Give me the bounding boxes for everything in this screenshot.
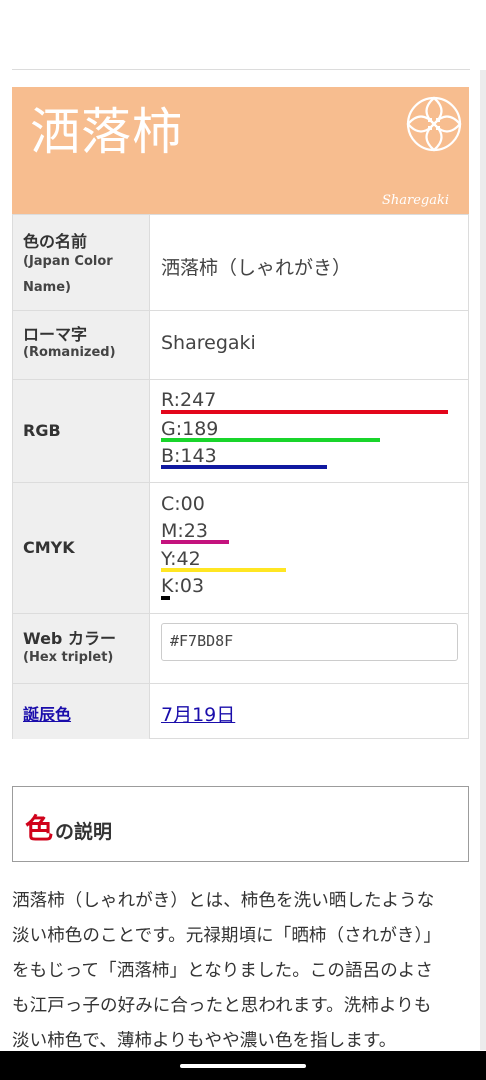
value-cell: C:00 M:23 Y:42 K:03 [150,483,468,613]
description-line: も江戸っ子の好みに合ったと思われます。洗柿よりも [12,996,432,1016]
row-birthday-color: 誕辰色 7月19日 [13,684,468,739]
row-cmyk: CMYK C:00 M:23 Y:42 K:03 [13,483,468,614]
scrollbar-track [480,70,486,1050]
rgb-r-bar [161,410,448,414]
birthday-color-link[interactable]: 誕辰色 [23,701,71,725]
rgb-b-bar [161,465,327,469]
header-cell: Web カラー (Hex triplet) [13,614,150,683]
label-cmyk: CMYK [23,538,75,557]
row-rgb: RGB R:247 G:189 B:143 [13,380,468,483]
label-color-name-sub: (Japan Color Name) [23,254,113,295]
header-cell: ローマ字 (Romanized) [13,311,150,379]
row-color-name: 色の名前 (Japan Color Name) 洒落柿（しゃれがき） [13,215,468,311]
description-line: 洒落柿（しゃれがき）とは、柿色を洗い晒したような [12,891,435,911]
value-cell: 洒落柿（しゃれがき） [150,215,468,310]
value-cell: 7月19日 [150,684,468,739]
cmyk-y-bar [161,568,286,572]
description-heading: の説明 [55,821,113,843]
system-navigation-bar [0,1051,486,1080]
birthday-date-link[interactable]: 7月19日 [161,700,235,727]
value-romanized: Sharegaki [161,332,256,354]
home-gesture-handle[interactable] [180,1064,306,1068]
label-romanized-sub: (Romanized) [23,345,116,360]
top-app-bar [0,0,486,70]
value-cell: Sharegaki [150,311,468,379]
color-name-title: 洒落柿 [30,103,183,161]
header-divider [12,69,470,70]
cmyk-c-label: C:00 [161,493,205,515]
rgb-b-label: B:143 [161,445,217,467]
row-web-color: Web カラー (Hex triplet) #F7BD8F [13,614,468,684]
value-cell: #F7BD8F [150,614,468,683]
cmyk-m-bar [161,540,229,544]
rgb-g-bar [161,438,380,442]
family-crest-icon [406,96,462,152]
rgb-r-label: R:247 [161,389,217,411]
header-cell: 誕辰色 [13,684,150,739]
description-line: 淡い柿色のことです。元禄期頃に「晒柿（されがき）」 [12,926,441,946]
color-swatch-banner: 洒落柿 Sharegaki [12,87,469,214]
description-heading-box: 色 の説明 [12,786,469,862]
cmyk-k-bar [161,596,170,600]
header-cell: RGB [13,380,150,482]
cmyk-k-label: K:03 [161,575,205,597]
color-info-table: 色の名前 (Japan Color Name) 洒落柿（しゃれがき） ローマ字 … [12,214,469,739]
header-cell: 色の名前 (Japan Color Name) [13,215,150,310]
cmyk-m-label: M:23 [161,520,208,542]
color-name-romanized-caption: Sharegaki [381,193,449,208]
label-web-color-sub: (Hex triplet) [23,650,114,665]
description-line: をもじって「洒落柿」となりました。この語呂のよさ [12,961,433,981]
value-color-name: 洒落柿（しゃれがき） [161,257,352,279]
value-cell: R:247 G:189 B:143 [150,380,468,482]
cmyk-y-label: Y:42 [161,548,201,570]
row-romanized: ローマ字 (Romanized) Sharegaki [13,311,468,380]
description-paragraph: 洒落柿（しゃれがき）とは、柿色を洗い晒したような 淡い柿色のことです。元禄期頃に… [12,884,470,1059]
header-cell: CMYK [13,483,150,613]
hex-value-field[interactable]: #F7BD8F [161,623,458,661]
rgb-g-label: G:189 [161,418,219,440]
description-heading-accent: 色 [25,812,54,845]
label-rgb: RGB [23,421,61,440]
